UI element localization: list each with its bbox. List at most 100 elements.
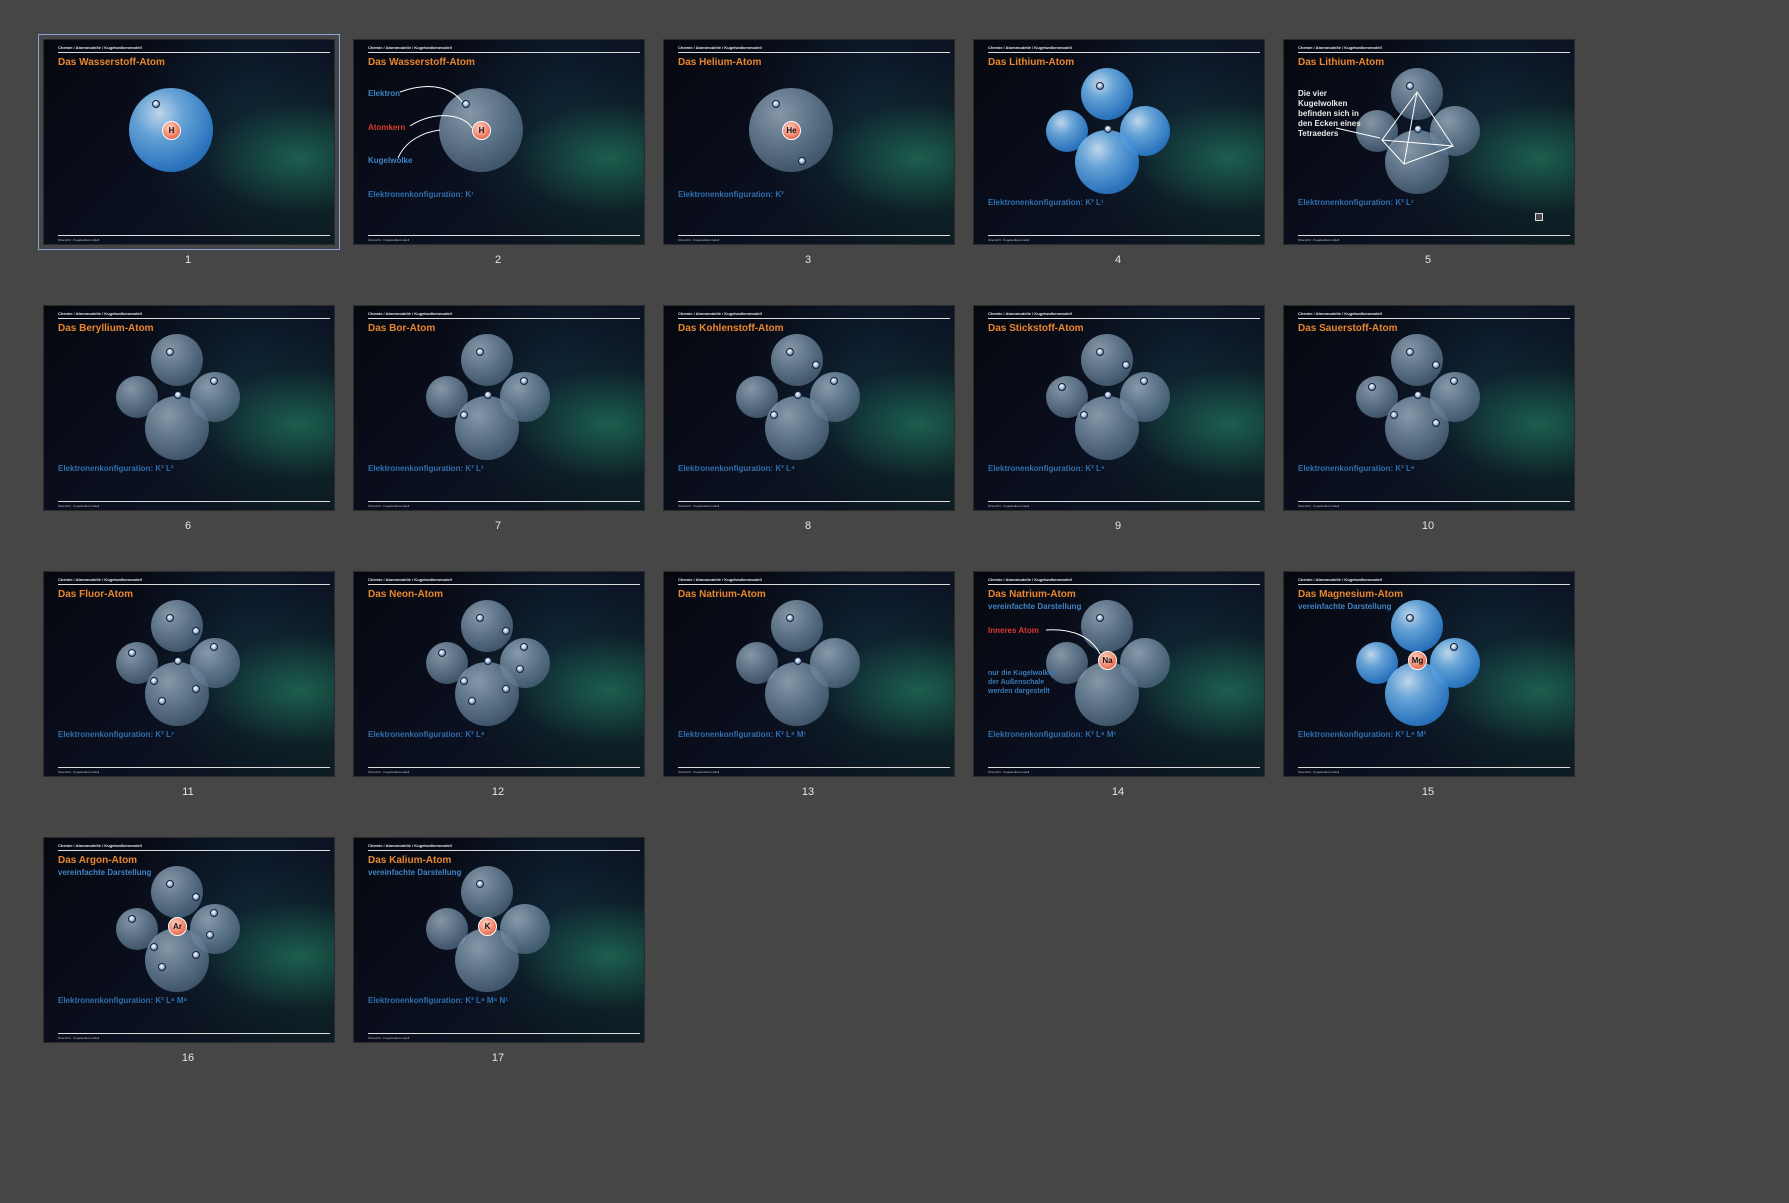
slide-preview[interactable]: Chemie / Atommodelle / Kugelwolkenmodell… bbox=[663, 305, 955, 511]
slide-thumbnail-16[interactable]: Chemie / Atommodelle / Kugelwolkenmodell… bbox=[43, 837, 335, 1064]
slide-preview[interactable]: Chemie / Atommodelle / Kugelwolkenmodell… bbox=[973, 305, 1265, 511]
slide-thumbnail-4[interactable]: Chemie / Atommodelle / Kugelwolkenmodell… bbox=[973, 39, 1265, 266]
kugelwolke bbox=[1391, 68, 1443, 120]
header-rule bbox=[988, 52, 1260, 53]
footer-rule bbox=[58, 1033, 330, 1034]
electron-dot bbox=[128, 649, 136, 657]
slide-thumbnail-8[interactable]: Chemie / Atommodelle / Kugelwolkenmodell… bbox=[663, 305, 955, 532]
slide-thumbnail-2[interactable]: Chemie / Atommodelle / Kugelwolkenmodell… bbox=[353, 39, 645, 266]
header-rule bbox=[1298, 52, 1570, 53]
electron-dot bbox=[158, 697, 166, 705]
slide-footer: Übersicht · Kugelwolkenmodell bbox=[58, 504, 100, 508]
slide-thumbnail-17[interactable]: Chemie / Atommodelle / Kugelwolkenmodell… bbox=[353, 837, 645, 1064]
slide-preview[interactable]: Chemie / Atommodelle / Kugelwolkenmodell… bbox=[973, 39, 1265, 245]
slide-preview[interactable]: Chemie / Atommodelle / Kugelwolkenmodell… bbox=[43, 571, 335, 777]
header-rule bbox=[368, 850, 640, 851]
slide-thumbnail-5[interactable]: Chemie / Atommodelle / Kugelwolkenmodell… bbox=[1283, 39, 1575, 266]
slide-thumbnail-7[interactable]: Chemie / Atommodelle / Kugelwolkenmodell… bbox=[353, 305, 645, 532]
slide-preview[interactable]: Chemie / Atommodelle / Kugelwolkenmodell… bbox=[43, 305, 335, 511]
electron-dot bbox=[128, 915, 136, 923]
slide-thumbnail-13[interactable]: Chemie / Atommodelle / Kugelwolkenmodell… bbox=[663, 571, 955, 798]
electron-dot bbox=[192, 685, 200, 693]
slide-preview[interactable]: Chemie / Atommodelle / Kugelwolkenmodell… bbox=[663, 571, 955, 777]
atomkern: H bbox=[472, 121, 491, 140]
electron-dot bbox=[1450, 377, 1458, 385]
electron-dot bbox=[786, 614, 794, 622]
electron-dot bbox=[1432, 361, 1440, 369]
slide-breadcrumb: Chemie / Atommodelle / Kugelwolkenmodell bbox=[988, 45, 1072, 50]
slide-preview[interactable]: Chemie / Atommodelle / Kugelwolkenmodell… bbox=[973, 571, 1265, 777]
kugelwolke bbox=[145, 662, 209, 726]
slide-preview[interactable]: Chemie / Atommodelle / Kugelwolkenmodell… bbox=[663, 39, 955, 245]
footer-rule bbox=[58, 501, 330, 502]
header-rule bbox=[368, 584, 640, 585]
slide-title: Das Bor-Atom bbox=[368, 323, 436, 334]
slide-thumbnail-3[interactable]: Chemie / Atommodelle / Kugelwolkenmodell… bbox=[663, 39, 955, 266]
slide-thumbnail-1[interactable]: Chemie / Atommodelle / Kugelwolkenmodell… bbox=[38, 34, 340, 266]
slide-sorter-grid: Chemie / Atommodelle / Kugelwolkenmodell… bbox=[0, 0, 1789, 1203]
electron-dot bbox=[520, 643, 528, 651]
label-elektron: Elektron bbox=[368, 89, 401, 98]
electron-configuration: Elektronenkonfiguration: K² L⁸ M⁸ N¹ bbox=[368, 996, 508, 1005]
slide-footer: Übersicht · Kugelwolkenmodell bbox=[58, 770, 100, 774]
slide-breadcrumb: Chemie / Atommodelle / Kugelwolkenmodell bbox=[1298, 311, 1382, 316]
electron-dot bbox=[210, 377, 218, 385]
electron-dot bbox=[460, 677, 468, 685]
slide-preview[interactable]: Chemie / Atommodelle / Kugelwolkenmodell… bbox=[353, 571, 645, 777]
electron-dot bbox=[1104, 391, 1112, 399]
kugelwolke bbox=[151, 866, 203, 918]
footer-rule bbox=[368, 235, 640, 236]
label-kugelwolke: Kugelwolke bbox=[368, 156, 413, 165]
slide-preview[interactable]: Chemie / Atommodelle / Kugelwolkenmodell… bbox=[1283, 39, 1575, 245]
electron-dot bbox=[150, 943, 158, 951]
electron-configuration: Elektronenkonfiguration: K² L⁴ bbox=[678, 464, 795, 473]
electron-dot bbox=[484, 391, 492, 399]
slide-thumbnail-6[interactable]: Chemie / Atommodelle / Kugelwolkenmodell… bbox=[43, 305, 335, 532]
header-rule bbox=[368, 318, 640, 319]
electron-dot bbox=[484, 657, 492, 665]
slide-title: Das Kalium-Atom bbox=[368, 855, 452, 866]
electron-dot bbox=[1080, 411, 1088, 419]
footer-rule bbox=[58, 235, 330, 236]
slide-breadcrumb: Chemie / Atommodelle / Kugelwolkenmodell bbox=[678, 577, 762, 582]
electron-dot bbox=[192, 893, 200, 901]
footer-rule bbox=[988, 235, 1260, 236]
electron-dot bbox=[1096, 614, 1104, 622]
slide-preview[interactable]: Chemie / Atommodelle / Kugelwolkenmodell… bbox=[353, 837, 645, 1043]
header-rule bbox=[1298, 318, 1570, 319]
slide-thumbnail-14[interactable]: Chemie / Atommodelle / Kugelwolkenmodell… bbox=[973, 571, 1265, 798]
slide-breadcrumb: Chemie / Atommodelle / Kugelwolkenmodell bbox=[58, 843, 142, 848]
slide-preview[interactable]: Chemie / Atommodelle / Kugelwolkenmodell… bbox=[353, 305, 645, 511]
tetrahedron-note: Die vier Kugelwolken befinden sich in den E… bbox=[1298, 89, 1361, 139]
footer-rule bbox=[1298, 235, 1570, 236]
kugelwolke bbox=[1391, 600, 1443, 652]
slide-thumbnail-15[interactable]: Chemie / Atommodelle / Kugelwolkenmodell… bbox=[1283, 571, 1575, 798]
electron-configuration: Elektronenkonfiguration: K² L⁸ M² bbox=[1298, 730, 1427, 739]
electron-configuration: Elektronenkonfiguration: K² L⁶ bbox=[1298, 464, 1415, 473]
slide-preview[interactable]: Chemie / Atommodelle / Kugelwolkenmodell… bbox=[38, 34, 340, 250]
electron-dot bbox=[1406, 348, 1414, 356]
slide-thumbnail-12[interactable]: Chemie / Atommodelle / Kugelwolkenmodell… bbox=[353, 571, 645, 798]
kugelwolke bbox=[461, 600, 513, 652]
slide-preview[interactable]: Chemie / Atommodelle / Kugelwolkenmodell… bbox=[1283, 305, 1575, 511]
electron-dot bbox=[772, 100, 780, 108]
label-inneres-atom: Inneres Atom bbox=[988, 626, 1039, 635]
electron-configuration: Elektronenkonfiguration: K² L² bbox=[58, 464, 174, 473]
slide-footer: Übersicht · Kugelwolkenmodell bbox=[368, 238, 410, 242]
kugelwolke bbox=[151, 334, 203, 386]
resize-handle[interactable] bbox=[1535, 213, 1543, 221]
slide-preview[interactable]: Chemie / Atommodelle / Kugelwolkenmodell… bbox=[1283, 571, 1575, 777]
kugelwolke bbox=[1081, 334, 1133, 386]
slide-title: Das Natrium-Atom bbox=[678, 589, 766, 600]
slide-preview[interactable]: Chemie / Atommodelle / Kugelwolkenmodell… bbox=[353, 39, 645, 245]
slide-thumbnail-9[interactable]: Chemie / Atommodelle / Kugelwolkenmodell… bbox=[973, 305, 1265, 532]
electron-dot bbox=[1104, 125, 1112, 133]
slide-preview[interactable]: Chemie / Atommodelle / Kugelwolkenmodell… bbox=[43, 837, 335, 1043]
header-rule bbox=[988, 318, 1260, 319]
electron-dot bbox=[152, 100, 160, 108]
header-rule bbox=[58, 318, 330, 319]
slide-thumbnail-10[interactable]: Chemie / Atommodelle / Kugelwolkenmodell… bbox=[1283, 305, 1575, 532]
electron-configuration: Elektronenkonfiguration: K² bbox=[678, 190, 784, 199]
electron-dot bbox=[1122, 361, 1130, 369]
slide-thumbnail-11[interactable]: Chemie / Atommodelle / Kugelwolkenmodell… bbox=[43, 571, 335, 798]
